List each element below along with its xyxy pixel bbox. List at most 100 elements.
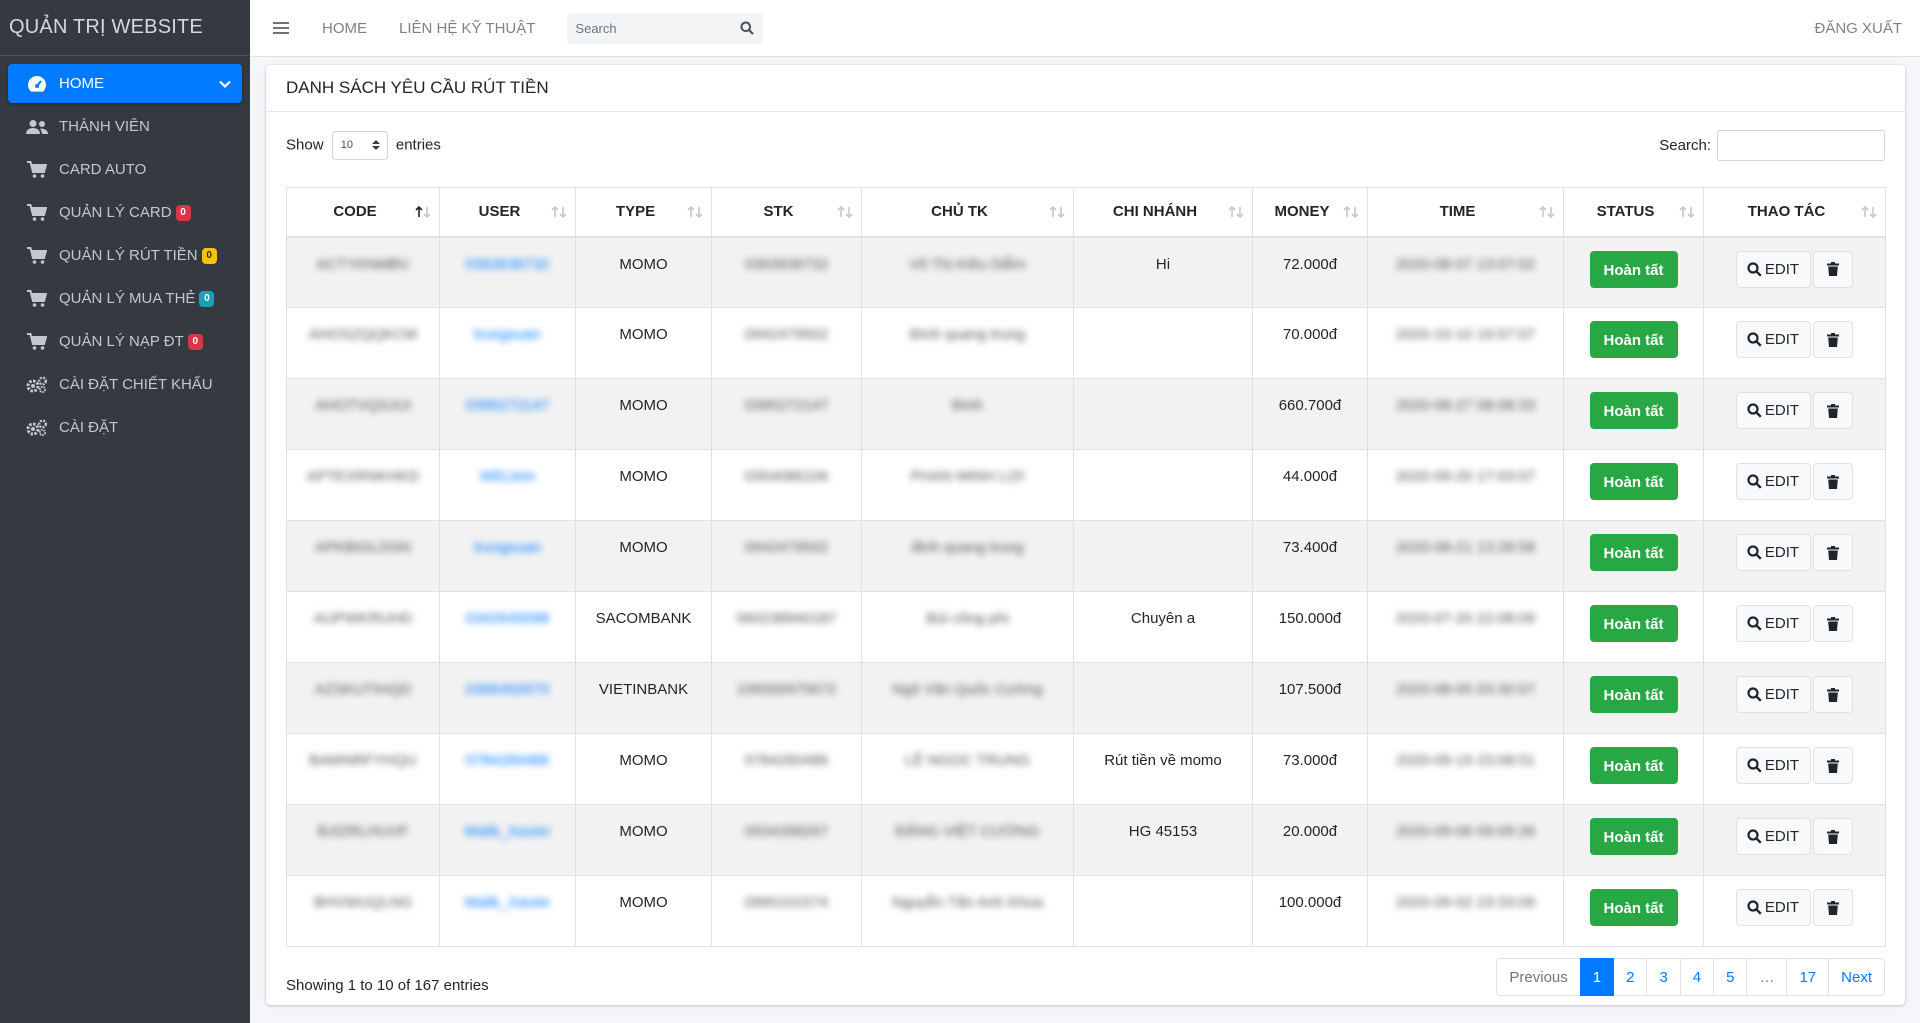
cell-user: 0342645098 (439, 591, 576, 663)
cell-owner: Nguyễn Tấn Anh Khoa (861, 875, 1074, 947)
search-icon (1747, 758, 1762, 773)
next-page-button[interactable]: Next (1828, 958, 1885, 996)
column-header[interactable]: CODE (286, 187, 440, 238)
status-done-button[interactable]: Hoàn tất (1589, 534, 1678, 571)
logout-link[interactable]: ĐĂNG XUẤT (1814, 20, 1902, 37)
status-done-button[interactable]: Hoàn tất (1589, 250, 1678, 288)
delete-button[interactable] (1813, 818, 1854, 855)
sidebar-item-withdraw-management[interactable]: QUẢN LÝ RÚT TIỀN 0 (8, 236, 242, 275)
edit-button[interactable]: EDIT (1735, 605, 1812, 642)
column-header[interactable]: STATUS (1563, 187, 1704, 238)
user-link[interactable]: 0395272147 (466, 397, 549, 414)
user-link[interactable]: Malik_Xavier (465, 823, 551, 840)
user-link[interactable]: 0366492670 (466, 681, 549, 698)
user-link[interactable]: trungxuan (474, 326, 541, 343)
cell-user: trungxuan (439, 520, 576, 592)
user-link[interactable]: 0363636732 (466, 256, 549, 273)
cell-code: AUPWKRUHD (286, 591, 440, 663)
time-value: 2020-10-10 19:57:07 (1395, 326, 1536, 343)
user-link[interactable]: WELkim (480, 468, 536, 485)
delete-button[interactable] (1813, 747, 1854, 784)
delete-button[interactable] (1813, 321, 1854, 358)
edit-button[interactable]: EDIT (1735, 250, 1812, 288)
sidebar-item-card-management[interactable]: QUẢN LÝ CARD 0 (8, 193, 242, 232)
hamburger-icon[interactable] (256, 0, 306, 57)
user-link[interactable]: Malik_Xavier (465, 894, 551, 911)
edit-button[interactable]: EDIT (1735, 534, 1812, 571)
withdraw-table: CODE USER TYPE STK CHỦ TK CHI NHÁNH MONEY TIME S… (286, 187, 1886, 947)
sidebar-item-members[interactable]: THÀNH VIÊN (8, 107, 242, 146)
status-done-button[interactable]: Hoàn tất (1589, 889, 1678, 926)
column-header[interactable]: CHI NHÁNH (1073, 187, 1253, 238)
sidebar-item-discount-settings[interactable]: CÀI ĐẶT CHIẾT KHẤU (8, 365, 242, 404)
column-header-label: CHỦ TK (931, 203, 988, 221)
brand-title[interactable]: QUẢN TRỊ WEBSITE (0, 0, 250, 56)
nav-home-link[interactable]: HOME (306, 20, 383, 37)
sidebar-item-topup-management[interactable]: QUẢN LÝ NẠP ĐT 0 (8, 322, 242, 361)
sidebar-item-buy-card-management[interactable]: QUẢN LÝ MUA THẺ 0 (8, 279, 242, 318)
sort-icon (1228, 205, 1244, 219)
status-done-button[interactable]: Hoàn tất (1589, 676, 1678, 713)
status-done-button[interactable]: Hoàn tất (1589, 392, 1678, 429)
column-header[interactable]: CHỦ TK (861, 187, 1074, 238)
table-search-input[interactable] (1717, 129, 1885, 161)
delete-button[interactable] (1813, 605, 1854, 642)
page-5-button[interactable]: 5 (1713, 958, 1748, 996)
column-header[interactable]: STK (711, 187, 862, 238)
column-header[interactable]: MONEY (1252, 187, 1368, 238)
sidebar-item-card-auto[interactable]: CARD AUTO (8, 150, 242, 189)
sort-icon (1679, 205, 1695, 219)
nav-contact-link[interactable]: LIÊN HỆ KỸ THUẬT (383, 20, 551, 37)
edit-button[interactable]: EDIT (1735, 463, 1812, 500)
status-done-button[interactable]: Hoàn tất (1589, 321, 1678, 358)
delete-button[interactable] (1813, 392, 1854, 429)
user-link[interactable]: trungxuan (474, 539, 541, 556)
delete-button[interactable] (1813, 463, 1854, 500)
branch-value: Rút tiền về momo (1104, 752, 1222, 769)
show-label: Show (286, 135, 324, 153)
dashboard-icon (26, 74, 48, 94)
edit-button[interactable]: EDIT (1735, 392, 1812, 429)
sidebar-item-settings[interactable]: CÀI ĐẶT (8, 408, 242, 447)
search-icon[interactable] (731, 13, 763, 44)
user-link[interactable]: 0342645098 (466, 610, 549, 627)
delete-button[interactable] (1813, 676, 1854, 713)
status-done-button[interactable]: Hoàn tất (1589, 818, 1678, 855)
search-icon (1747, 900, 1762, 915)
cell-money: 100.000đ (1252, 875, 1368, 947)
page-2-button[interactable]: 2 (1613, 958, 1648, 996)
edit-button[interactable]: EDIT (1735, 747, 1812, 784)
search-icon (1747, 403, 1762, 418)
time-value: 2020-08-27 08:08:33 (1395, 397, 1536, 414)
money-value: 660.700đ (1278, 397, 1342, 414)
table-footer: Showing 1 to 10 of 167 entries Previous 1… (286, 947, 1885, 1013)
edit-button[interactable]: EDIT (1735, 676, 1812, 713)
navbar-search-input[interactable] (567, 12, 732, 44)
delete-button[interactable] (1813, 534, 1854, 571)
delete-button[interactable] (1813, 250, 1854, 288)
edit-button[interactable]: EDIT (1735, 818, 1812, 855)
status-done-button[interactable]: Hoàn tất (1589, 747, 1678, 784)
type-value: MOMO (619, 823, 668, 840)
entries-select[interactable]: 10 (331, 130, 388, 160)
page-17-button[interactable]: 17 (1786, 958, 1830, 996)
money-value: 72.000đ (1282, 255, 1338, 273)
page-4-button[interactable]: 4 (1679, 958, 1715, 996)
delete-button[interactable] (1813, 889, 1854, 926)
edit-button[interactable]: EDIT (1735, 321, 1812, 358)
cell-code: AZSKUTIHQD (286, 662, 440, 734)
cell-stk: 106000975672 (711, 662, 862, 734)
column-header[interactable]: USER (439, 187, 576, 238)
cell-money: 107.500đ (1252, 662, 1368, 734)
column-header[interactable]: TIME (1367, 187, 1564, 238)
status-done-button[interactable]: Hoàn tất (1589, 463, 1678, 500)
edit-button[interactable]: EDIT (1735, 889, 1812, 926)
column-header[interactable]: THAO TÁC (1703, 187, 1886, 238)
sidebar-item-home[interactable]: HOME (8, 64, 242, 103)
page-1-button[interactable]: 1 (1579, 958, 1615, 996)
page-3-button[interactable]: 3 (1646, 958, 1681, 996)
user-link[interactable]: 0784260486 (466, 752, 549, 769)
column-header[interactable]: TYPE (575, 187, 712, 238)
sidebar-item-label: CARD AUTO (59, 161, 147, 178)
status-done-button[interactable]: Hoàn tất (1589, 605, 1678, 642)
